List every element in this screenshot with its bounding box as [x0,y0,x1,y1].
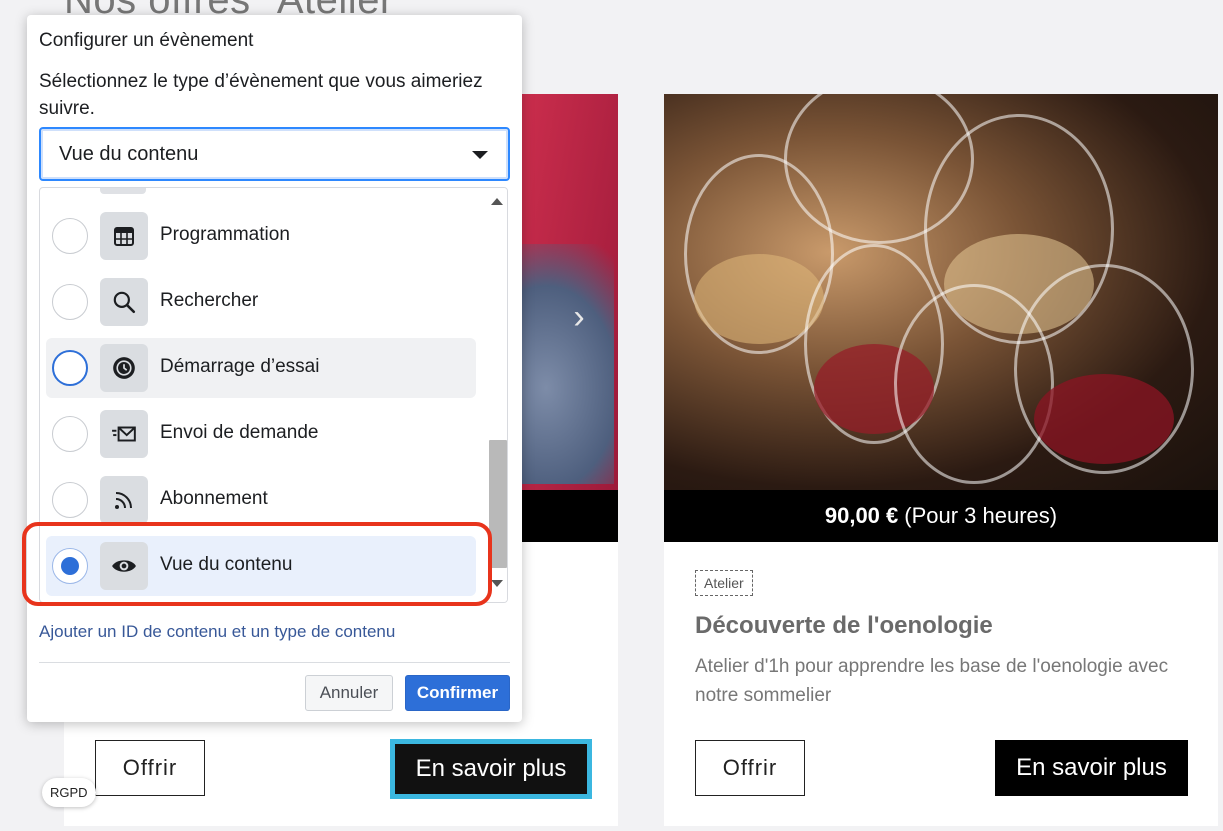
list-scrollbar[interactable] [487,188,507,602]
offer-title: Découverte de l'oenologie [695,612,993,639]
radio-button[interactable] [52,416,88,452]
dialog-title: Configurer un évènement [39,30,254,51]
price-bar: 90,00 € (Pour 3 heures) [664,490,1218,542]
event-option-demarrage-essai[interactable]: Démarrage d’essai [46,338,476,398]
event-option-label: Envoi de demande [160,422,319,443]
confirm-button[interactable]: Confirmer [405,675,510,711]
price-amount: 90,00 € [824,503,899,528]
event-option-programmation[interactable]: Programmation [46,206,476,266]
event-option-label: Programmation [160,224,290,245]
add-content-id-link[interactable]: Ajouter un ID de contenu et un type de c… [39,622,395,642]
event-option-label: Démarrage d’essai [160,356,320,377]
divider [39,662,510,663]
event-option-vue-du-contenu[interactable]: Vue du contenu [46,536,476,596]
offrir-button[interactable]: Offrir [95,740,205,796]
offer-description: Atelier d'1h pour apprendre les base de … [695,656,1169,706]
en-savoir-plus-button[interactable]: En savoir plus [995,740,1188,796]
wine-glasses-image [664,94,1218,490]
event-type-select[interactable]: Vue du contenu [39,127,510,181]
caret-down-icon [472,151,488,159]
radio-button[interactable] [52,284,88,320]
clock-icon [100,344,148,392]
dialog-subtitle: Sélectionnez le type d’évènement que vou… [39,71,483,119]
eye-icon [100,542,148,590]
search-icon [100,278,148,326]
carousel-next-icon[interactable]: › [564,300,594,334]
event-option-abonnement[interactable]: Abonnement [46,470,476,530]
cancel-button[interactable]: Annuler [305,675,393,711]
scroll-up-icon[interactable] [491,198,503,205]
event-option-label: Vue du contenu [160,554,293,575]
offer-card-oenologie: 90,00 € (Pour 3 heures) Atelier Découver… [664,94,1218,826]
event-option-envoi-demande[interactable]: Envoi de demande [46,404,476,464]
offrir-button[interactable]: Offrir [695,740,805,796]
calendar-icon [100,212,148,260]
scrollbar-thumb[interactable] [489,440,507,568]
price-duration: (Pour 3 heures) [904,503,1058,528]
category-tag: Atelier [695,570,753,596]
en-savoir-plus-button[interactable]: En savoir plus [390,739,592,799]
radio-button-checked[interactable] [52,548,88,584]
event-type-select-value: Vue du contenu [59,143,199,165]
event-option-rechercher[interactable]: Rechercher [46,272,476,332]
event-type-list: Programmation Rechercher Démarrage d’ess… [39,187,508,603]
configure-event-dialog: Configurer un évènement Sélectionnez le … [27,15,522,722]
scroll-down-icon[interactable] [491,580,503,587]
rss-icon [100,476,148,524]
radio-button[interactable] [52,218,88,254]
radio-button[interactable] [52,350,88,386]
send-mail-icon [100,410,148,458]
event-option-label: Rechercher [160,290,259,311]
event-option-label: Abonnement [160,488,268,509]
rgpd-button[interactable]: RGPD [42,778,96,807]
radio-button[interactable] [52,482,88,518]
